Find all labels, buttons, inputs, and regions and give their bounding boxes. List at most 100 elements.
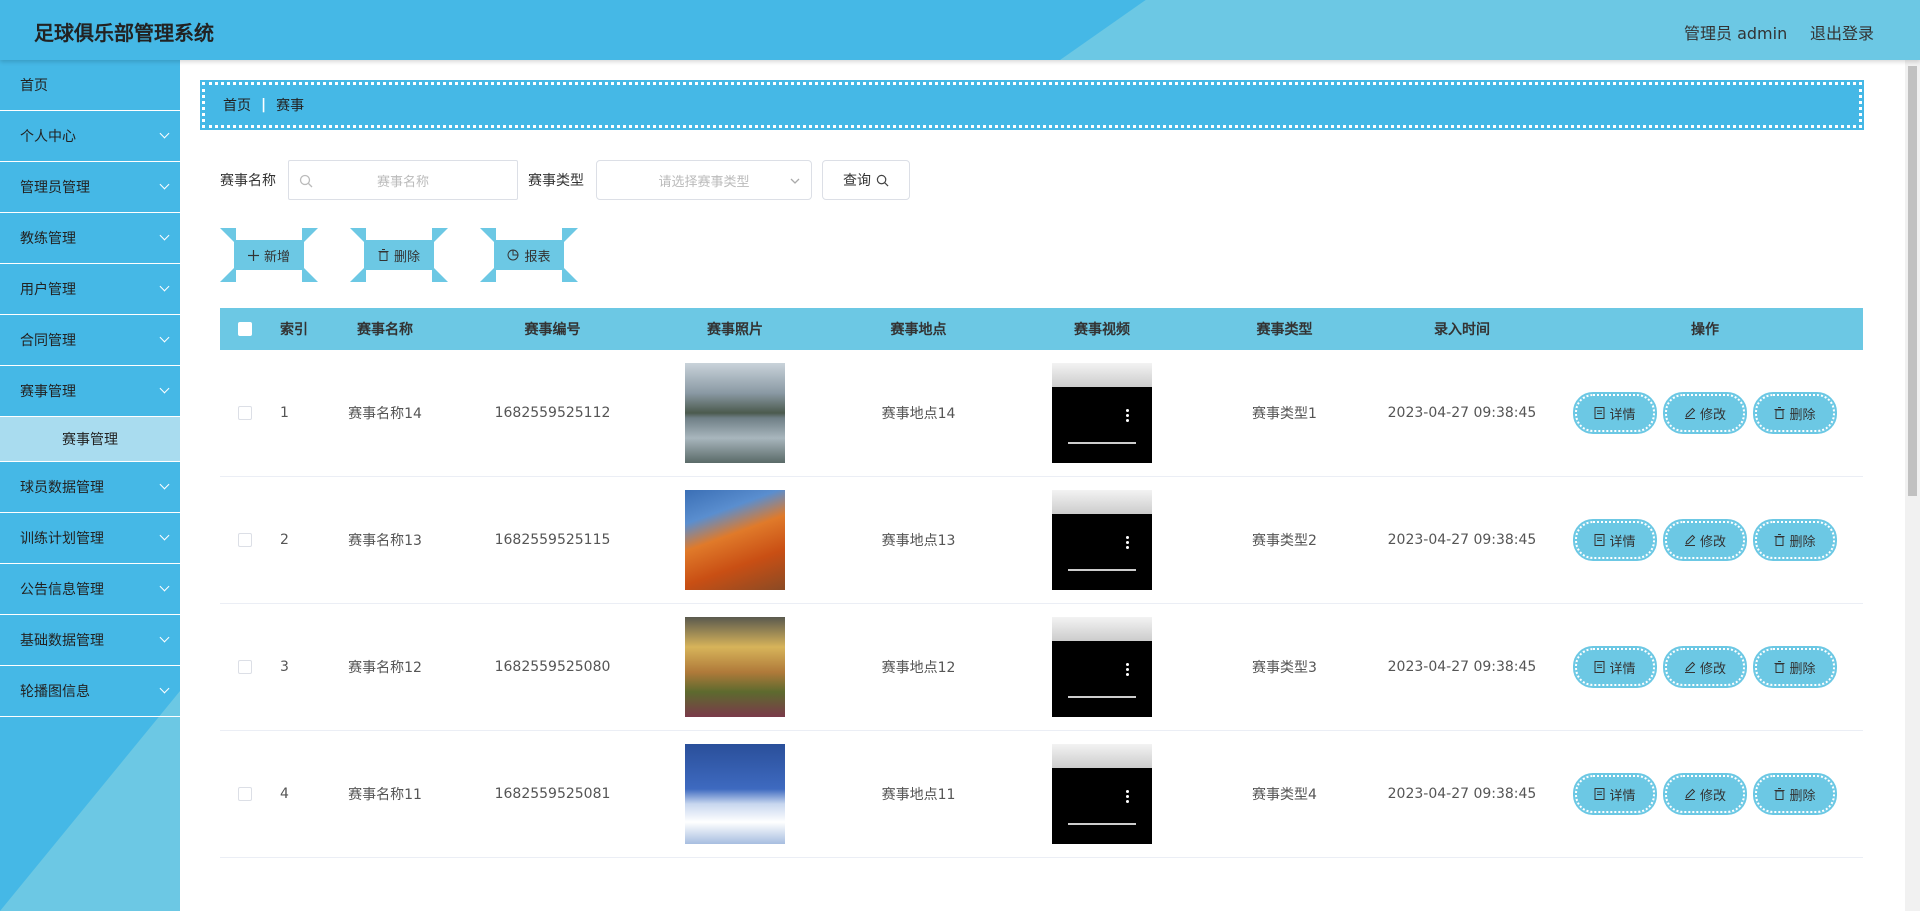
add-button-label: 新增	[263, 249, 290, 265]
delete-button[interactable]: 删除	[1753, 773, 1837, 815]
sidebar-item-label: 合同管理	[20, 333, 76, 349]
chevron-down-icon	[159, 332, 170, 343]
row-checkbox[interactable]	[238, 406, 252, 420]
match-video[interactable]	[1052, 617, 1152, 717]
sidebar-item[interactable]: 管理员管理	[0, 162, 180, 213]
edit-button[interactable]: 修改	[1663, 392, 1747, 434]
delete-button[interactable]: 删除	[1753, 646, 1837, 688]
add-button[interactable]: 新增	[220, 228, 318, 282]
row-checkbox[interactable]	[238, 533, 252, 547]
match-table: 索引 赛事名称 赛事编号 赛事照片 赛事地点 赛事视频 赛事类型 录入时间 操作…	[220, 308, 1863, 858]
edit-button[interactable]: 修改	[1663, 773, 1747, 815]
table-row: 4 赛事名称11 1682559525081 赛事地点11 赛事类型4 2023-04-2…	[220, 731, 1863, 858]
cell-time: 2023-04-27 09:38:45	[1387, 659, 1537, 675]
match-photo[interactable]	[685, 744, 785, 844]
sidebar-item[interactable]: 轮播图信息	[0, 666, 180, 717]
sidebar-subitem[interactable]: 赛事管理	[0, 417, 180, 462]
breadcrumb-home[interactable]: 首页	[223, 95, 251, 115]
row-checkbox[interactable]	[238, 787, 252, 801]
cell-type: 赛事类型4	[1252, 787, 1317, 803]
type-select[interactable]: 请选择赛事类型	[596, 160, 812, 200]
table-row: 1 赛事名称14 1682559525112 赛事地点14 赛事类型1 2023-04-2…	[220, 350, 1863, 477]
match-photo[interactable]	[685, 363, 785, 463]
match-photo[interactable]	[685, 490, 785, 590]
sidebar-item-label: 公告信息管理	[20, 582, 104, 598]
select-all-checkbox[interactable]	[238, 322, 252, 336]
cell-time: 2023-04-27 09:38:45	[1387, 786, 1537, 802]
detail-button-label: 详情	[1609, 788, 1636, 804]
sidebar-item[interactable]: 基础数据管理	[0, 615, 180, 666]
edit-button[interactable]: 修改	[1663, 646, 1747, 688]
delete-button[interactable]: 删除	[1753, 392, 1837, 434]
sidebar-item[interactable]: 首页	[0, 60, 180, 111]
plus-icon	[247, 249, 259, 261]
cell-type: 赛事类型1	[1252, 406, 1317, 422]
name-search-input[interactable]: 赛事名称	[288, 160, 518, 200]
cell-index: 3	[280, 659, 289, 675]
document-icon	[1594, 407, 1605, 419]
sidebar-item-label: 个人中心	[20, 129, 76, 145]
sidebar-item[interactable]: 公告信息管理	[0, 564, 180, 615]
sidebar-item-label: 赛事管理	[20, 384, 76, 400]
page-scrollbar[interactable]	[1905, 60, 1920, 911]
delete-button-label: 删除	[1789, 788, 1816, 804]
sidebar-item[interactable]: 赛事管理	[0, 366, 180, 417]
action-toolbar: 新增 删除 报表	[220, 228, 610, 282]
query-button[interactable]: 查询	[822, 160, 910, 200]
search-icon	[876, 174, 889, 186]
sidebar-item-label: 基础数据管理	[20, 633, 104, 649]
cell-index: 2	[280, 532, 289, 548]
detail-button[interactable]: 详情	[1573, 392, 1657, 434]
breadcrumb-current: 赛事	[276, 98, 305, 114]
col-header: 赛事编号	[524, 322, 581, 338]
report-button[interactable]: 报表	[480, 228, 578, 282]
row-checkbox[interactable]	[238, 660, 252, 674]
sidebar-item[interactable]: 训练计划管理	[0, 513, 180, 564]
detail-button-label: 详情	[1609, 534, 1636, 550]
breadcrumb-separator: |	[261, 97, 267, 113]
cell-index: 1	[280, 405, 289, 421]
col-header: 操作	[1691, 322, 1719, 338]
match-photo[interactable]	[685, 617, 785, 717]
pie-chart-icon	[507, 249, 519, 261]
batch-delete-button-label: 删除	[393, 249, 420, 265]
report-button-label: 报表	[524, 249, 551, 265]
sidebar-item[interactable]: 合同管理	[0, 315, 180, 366]
detail-button[interactable]: 详情	[1573, 646, 1657, 688]
chevron-down-icon	[159, 383, 170, 394]
col-header: 赛事名称	[357, 322, 413, 338]
top-header: 足球俱乐部管理系统 管理员 admin 退出登录	[0, 0, 1920, 60]
type-select-placeholder: 请选择赛事类型	[658, 174, 750, 190]
match-video[interactable]	[1052, 363, 1152, 463]
match-video[interactable]	[1052, 744, 1152, 844]
cell-type: 赛事类型3	[1252, 660, 1317, 676]
more-icon[interactable]	[1126, 536, 1130, 550]
match-video[interactable]	[1052, 490, 1152, 590]
search-icon	[299, 174, 313, 188]
more-icon[interactable]	[1126, 663, 1130, 677]
detail-button[interactable]: 详情	[1573, 773, 1657, 815]
cell-location: 赛事地点14	[881, 406, 956, 422]
sidebar-item-label: 管理员管理	[20, 180, 90, 196]
document-icon	[1594, 661, 1605, 673]
sidebar-item[interactable]: 用户管理	[0, 264, 180, 315]
chevron-down-icon	[159, 281, 170, 292]
more-icon[interactable]	[1126, 409, 1130, 423]
sidebar-item[interactable]: 个人中心	[0, 111, 180, 162]
chevron-down-icon	[159, 128, 170, 139]
edit-button[interactable]: 修改	[1663, 519, 1747, 561]
edit-button-label: 修改	[1699, 407, 1726, 423]
sidebar-item[interactable]: 教练管理	[0, 213, 180, 264]
logout-link[interactable]: 退出登录	[1810, 20, 1874, 44]
scrollbar-thumb[interactable]	[1908, 66, 1917, 496]
more-icon[interactable]	[1126, 790, 1130, 804]
delete-button[interactable]: 删除	[1753, 519, 1837, 561]
chevron-down-icon	[159, 230, 170, 241]
sidebar-item-label: 用户管理	[20, 282, 76, 298]
sidebar-item[interactable]: 球员数据管理	[0, 462, 180, 513]
col-header: 录入时间	[1434, 322, 1490, 338]
edit-icon	[1684, 534, 1696, 546]
cell-type: 赛事类型2	[1252, 533, 1317, 549]
detail-button[interactable]: 详情	[1573, 519, 1657, 561]
batch-delete-button[interactable]: 删除	[350, 228, 448, 282]
